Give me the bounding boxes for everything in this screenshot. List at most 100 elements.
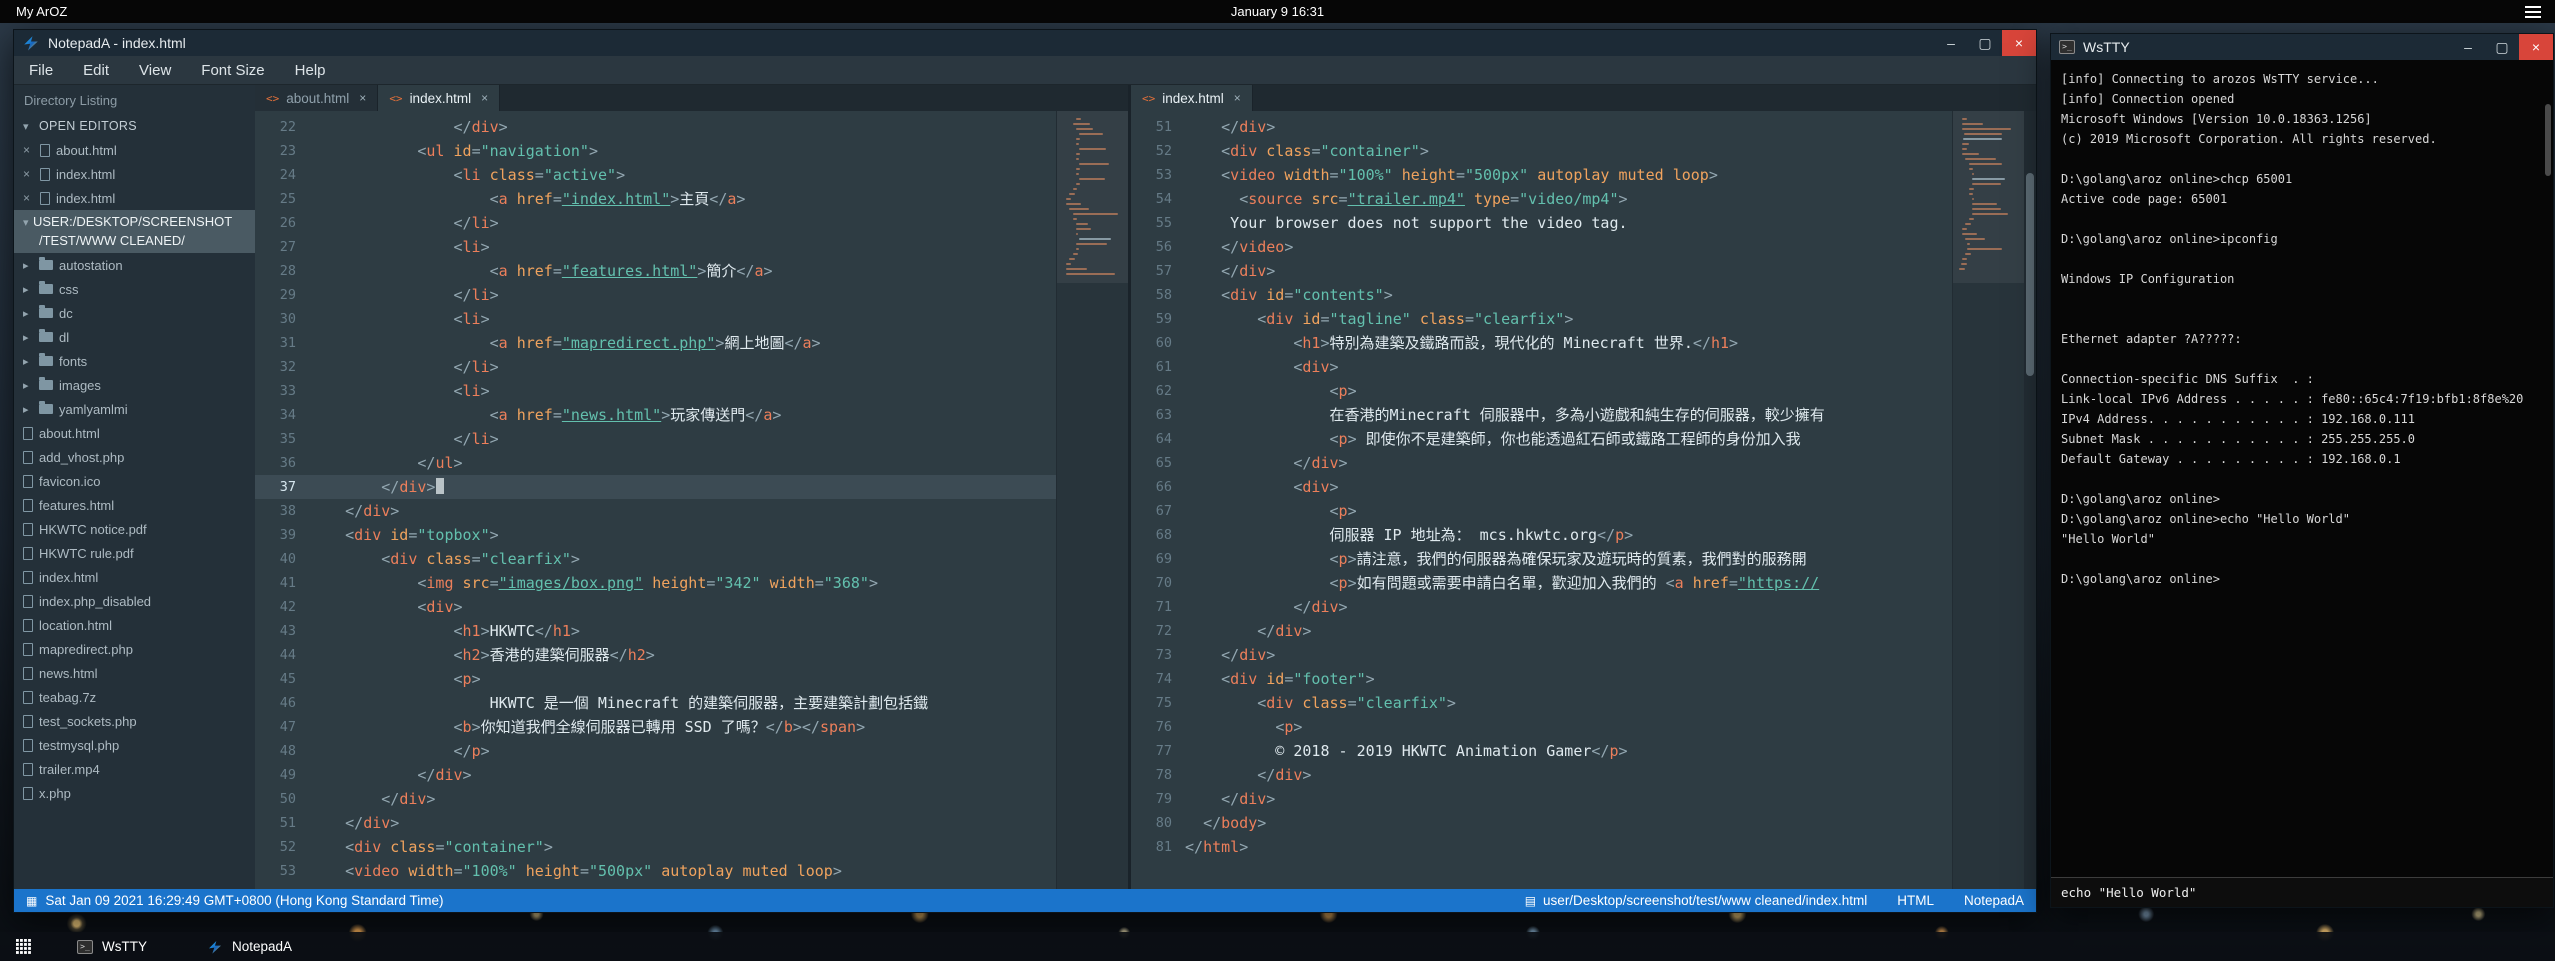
editor-tab[interactable]: <> index.html ×	[1131, 85, 1253, 111]
file-icon	[23, 451, 33, 464]
folder-item[interactable]: ▸ css	[14, 277, 255, 301]
folder-item[interactable]: ▸ images	[14, 373, 255, 397]
terminal-scrollbar-thumb[interactable]	[2545, 104, 2551, 176]
file-item[interactable]: test_sockets.php	[14, 709, 255, 733]
menu-item[interactable]: Help	[280, 56, 341, 84]
launcher-button[interactable]	[0, 932, 46, 961]
file-item[interactable]: mapredirect.php	[14, 637, 255, 661]
file-item[interactable]: index.php_disabled	[14, 589, 255, 613]
folder-label: images	[59, 378, 101, 393]
folder-item[interactable]: ▸ dc	[14, 301, 255, 325]
file-item[interactable]: index.html	[14, 565, 255, 589]
file-item[interactable]: location.html	[14, 613, 255, 637]
menu-item[interactable]: File	[14, 56, 68, 84]
file-item[interactable]: favicon.ico	[14, 469, 255, 493]
code-line: 66 <div>	[1131, 475, 1952, 499]
folder-item[interactable]: ▸ autostation	[14, 253, 255, 277]
tab-label: index.html	[1162, 91, 1224, 106]
maximize-button[interactable]: ▢	[2485, 34, 2519, 60]
code-area-left[interactable]: 22 </div> 23 <ul id="navigation">	[255, 111, 1056, 889]
code-text: <p>	[1185, 379, 1952, 403]
folder-item[interactable]: ▸ yamlyamlmi	[14, 397, 255, 421]
code-area-right[interactable]: 51 </div> 52 <div class="container"> 53	[1131, 111, 1952, 889]
file-item[interactable]: trailer.mp4	[14, 757, 255, 781]
tab-close-icon[interactable]: ×	[481, 91, 488, 105]
file-item[interactable]: about.html	[14, 421, 255, 445]
file-item[interactable]: news.html	[14, 661, 255, 685]
open-editor-item[interactable]: × index.html	[14, 186, 255, 210]
line-number: 32	[255, 355, 309, 379]
file-item[interactable]: add_vhost.php	[14, 445, 255, 469]
terminal-line: D:\golang\aroz online>echo "Hello World"	[2061, 509, 2543, 529]
open-editors-label: OPEN EDITORS	[39, 119, 137, 133]
folder-label: css	[59, 282, 79, 297]
minimize-button[interactable]: –	[2451, 34, 2485, 60]
chevron-down-icon: ▾	[23, 214, 33, 232]
code-line: 25 <a href="index.html">主頁</a>	[255, 187, 1056, 211]
code-text: © 2018 - 2019 HKWTC Animation Gamer</p>	[1185, 739, 1952, 763]
code-text: </div>	[1185, 115, 1952, 139]
open-editor-item[interactable]: × index.html	[14, 162, 255, 186]
terminal-input[interactable]: echo "Hello World"	[2051, 877, 2553, 907]
editor-tab[interactable]: <> index.html ×	[378, 85, 500, 111]
taskbar-app-label: WsTTY	[102, 939, 147, 954]
notepada-statusbar: ▦ Sat Jan 09 2021 16:29:49 GMT+0800 (Hon…	[14, 889, 2036, 912]
tab-close-icon[interactable]: ×	[359, 91, 366, 105]
line-number: 55	[1131, 211, 1185, 235]
code-text: </div>	[1185, 259, 1952, 283]
code-text: </html>	[1185, 835, 1952, 859]
wstty-titlebar[interactable]: >_ WsTTY – ▢ ×	[2051, 34, 2553, 60]
editor-tab[interactable]: <> about.html ×	[255, 85, 378, 111]
file-icon	[23, 667, 33, 680]
folder-item[interactable]: ▸ fonts	[14, 349, 255, 373]
file-item[interactable]: teabag.7z	[14, 685, 255, 709]
minimize-button[interactable]: –	[1934, 30, 1968, 56]
tab-close-icon[interactable]: ×	[1234, 91, 1241, 105]
hamburger-menu-icon[interactable]	[2525, 6, 2541, 18]
scrollbar-thumb[interactable]	[2026, 173, 2034, 375]
open-editors-header[interactable]: ▾ OPEN EDITORS	[14, 114, 255, 138]
code-line: 76 <p>	[1131, 715, 1952, 739]
terminal-line: Ethernet adapter ?A?????:	[2061, 329, 2543, 349]
tree-root[interactable]: ▾USER:/DESKTOP/SCREENSHOT /TEST/WWW CLEA…	[14, 210, 255, 253]
html-file-icon: <>	[266, 92, 279, 105]
menu-item[interactable]: View	[124, 56, 186, 84]
close-icon[interactable]: ×	[23, 143, 34, 157]
status-file-path[interactable]: user/Desktop/screenshot/test/www cleaned…	[1543, 893, 1867, 908]
folder-item[interactable]: ▸ dl	[14, 325, 255, 349]
file-item[interactable]: x.php	[14, 781, 255, 805]
minimap[interactable]	[1952, 111, 2024, 889]
file-icon	[40, 168, 50, 181]
html-file-icon: <>	[389, 92, 402, 105]
maximize-button[interactable]: ▢	[1968, 30, 2002, 56]
folder-icon	[39, 260, 53, 270]
notepada-titlebar[interactable]: NotepadA - index.html – ▢ ×	[14, 30, 2036, 56]
line-number: 51	[255, 811, 309, 835]
chevron-right-icon: ▸	[23, 403, 33, 416]
file-item[interactable]: testmysql.php	[14, 733, 255, 757]
code-text: <li>	[309, 379, 1056, 403]
status-language[interactable]: HTML	[1897, 893, 1934, 908]
file-item[interactable]: features.html	[14, 493, 255, 517]
taskbar-app-notepada[interactable]: NotepadA	[190, 932, 309, 961]
open-editor-item[interactable]: × about.html	[14, 138, 255, 162]
file-item[interactable]: HKWTC notice.pdf	[14, 517, 255, 541]
close-button[interactable]: ×	[2002, 30, 2036, 56]
vertical-scrollbar[interactable]	[2024, 111, 2036, 889]
menu-item[interactable]: Edit	[68, 56, 124, 84]
close-button[interactable]: ×	[2519, 34, 2553, 60]
open-editor-label: index.html	[56, 167, 115, 182]
menu-item[interactable]: Font Size	[186, 56, 279, 84]
file-item[interactable]: HKWTC rule.pdf	[14, 541, 255, 565]
folder-label: dc	[59, 306, 73, 321]
terminal-icon: >_	[77, 940, 93, 954]
file-icon	[23, 739, 33, 752]
minimap[interactable]	[1056, 111, 1128, 889]
file-icon	[23, 619, 33, 632]
minimap-viewport[interactable]	[1057, 111, 1128, 283]
taskbar-app-wstty[interactable]: >_ WsTTY	[60, 932, 164, 961]
close-icon[interactable]: ×	[23, 167, 34, 181]
terminal-output[interactable]: [info] Connecting to arozos WsTTY servic…	[2051, 60, 2553, 877]
close-icon[interactable]: ×	[23, 191, 34, 205]
aroz-brand-label[interactable]: My ArOZ	[16, 4, 67, 19]
